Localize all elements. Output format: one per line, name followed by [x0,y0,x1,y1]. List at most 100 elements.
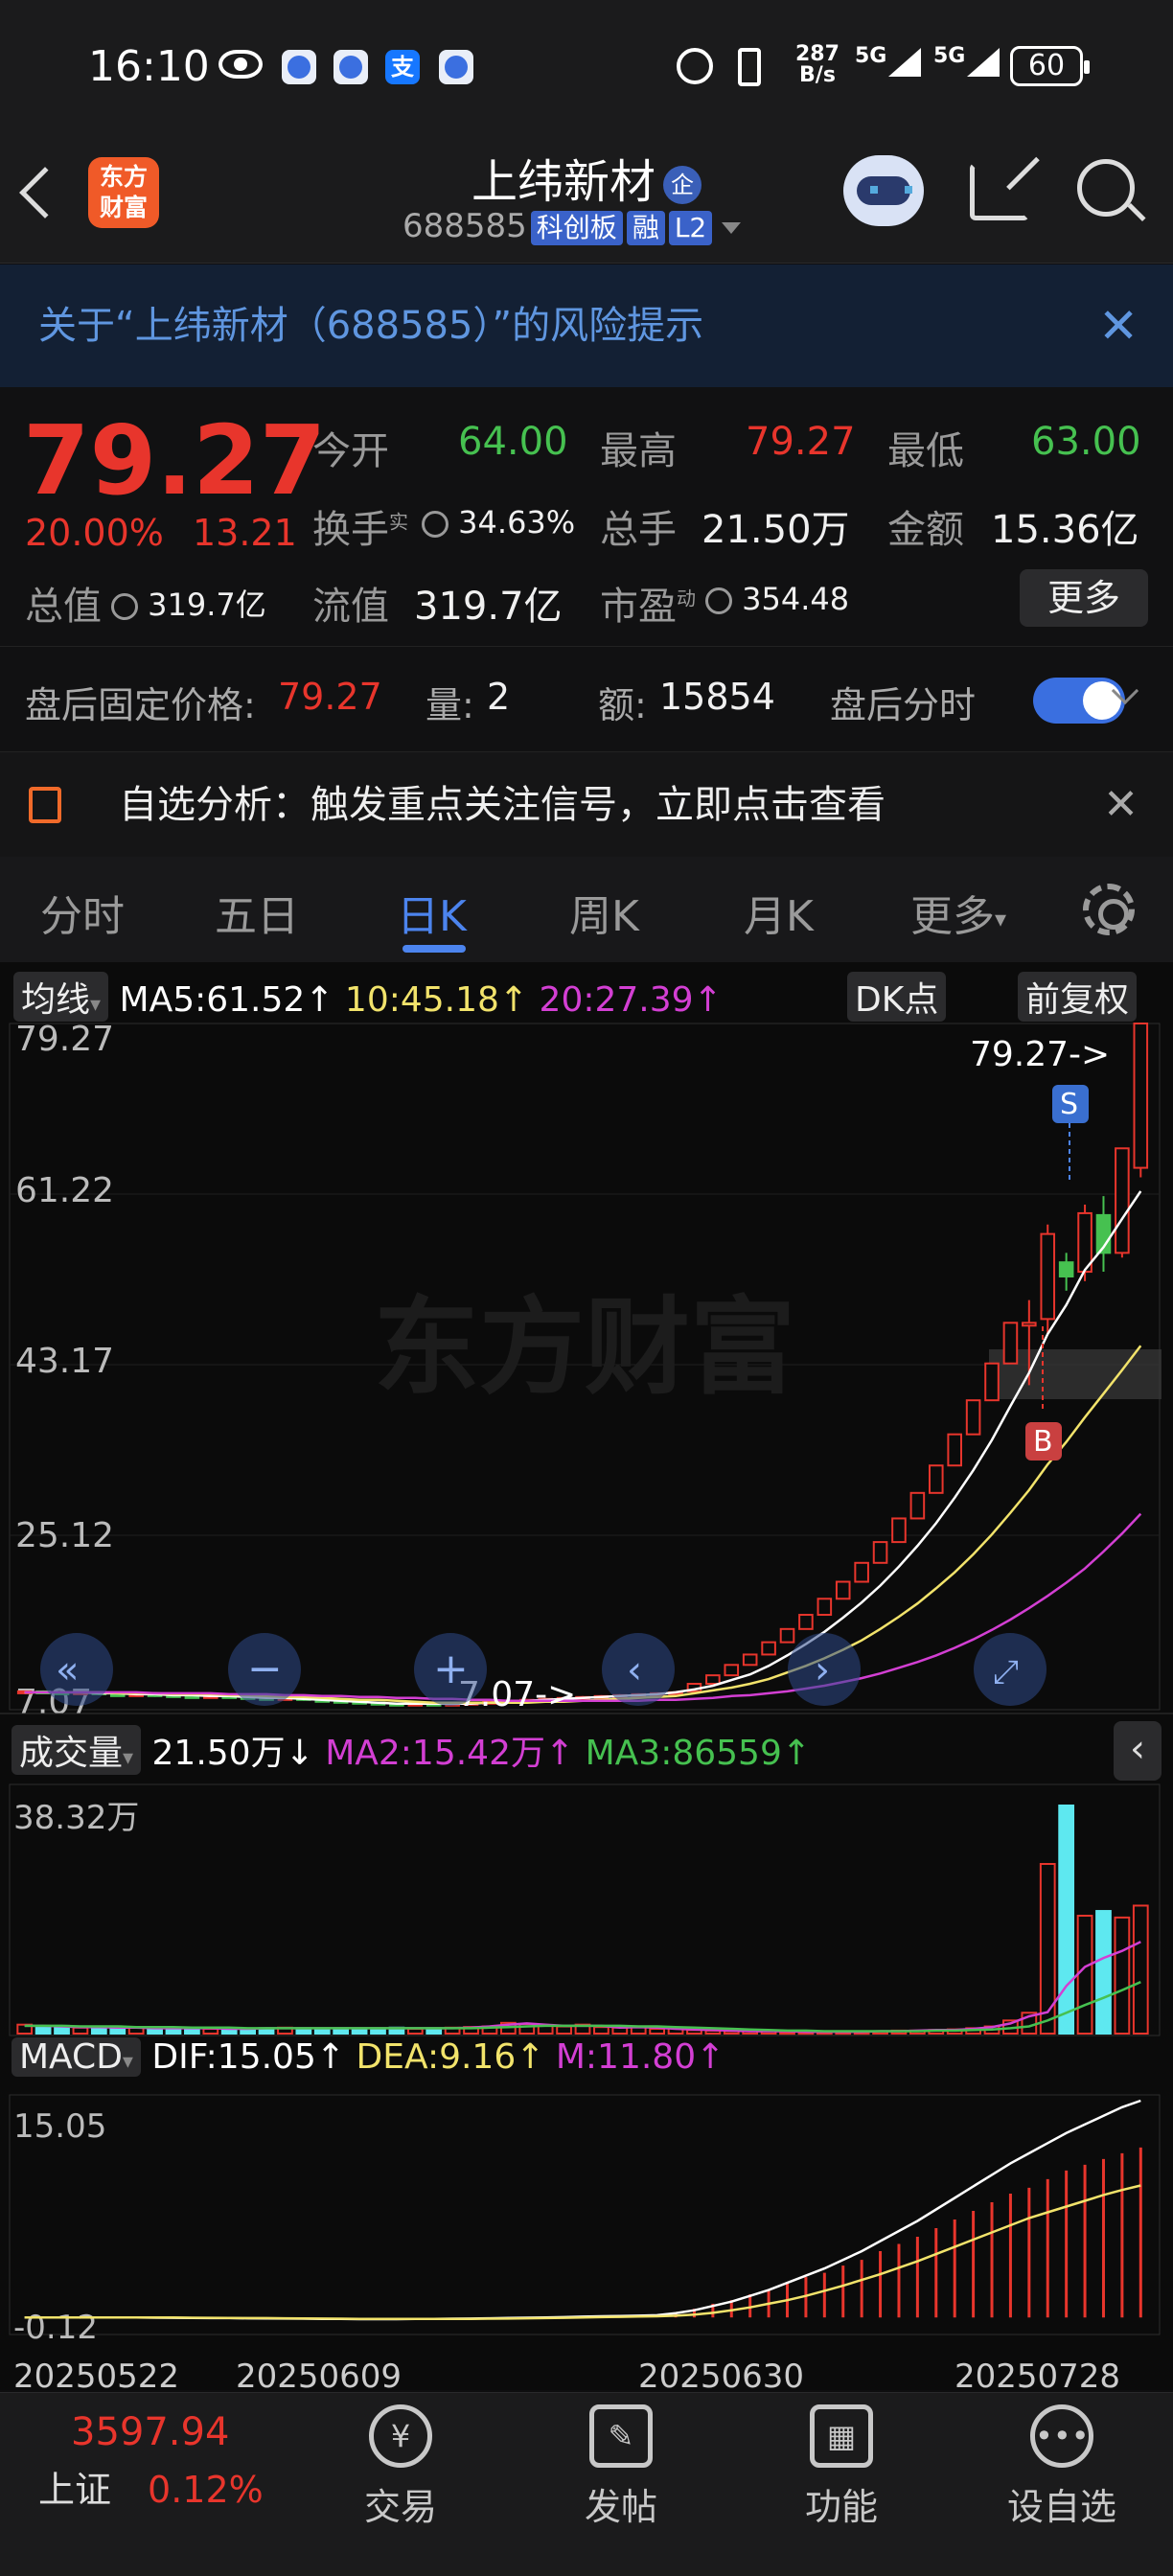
candle [798,1614,814,1630]
candle [816,1598,833,1617]
volume-value: 21.50万 [702,508,850,552]
gear-icon[interactable] [1083,884,1135,935]
date-label: 20250609 [236,2358,402,2396]
sell-marker-label: S [1060,1088,1078,1121]
candle [705,1674,721,1686]
candle [779,1627,795,1644]
volume-bar [1076,1915,1093,2035]
macd-m: M:11.80↑ [555,2037,725,2077]
ai-assistant-icon[interactable] [843,155,924,226]
volume-bar [556,2025,572,2036]
high-label: 最高 [600,429,677,473]
volume-axis-top: 38.32万 [13,1799,139,1837]
risk-alert-banner[interactable]: 关于“上纬新材（688585）”的风险提示 ✕ [0,264,1173,387]
info-icon[interactable] [111,593,138,620]
stock-code-row[interactable]: 688585 科创板融 L2 [402,207,742,245]
tab-weekly-k[interactable]: 周K [569,882,639,943]
volume-bar [406,2028,424,2036]
volume-frame [9,1783,1161,2036]
macd-dea: DEA:9.16↑ [356,2037,545,2077]
info-icon[interactable] [422,511,448,538]
info-icon[interactable] [705,587,732,614]
signal-label: 5G [933,44,966,68]
share-icon[interactable] [970,163,1029,220]
stock-header: 东方 财富 上纬新材企 688585 科创板融 L2 [0,134,1173,264]
volume-ma2-line [24,1941,1141,2034]
risk-alert-text: 关于“上纬新材（688585）”的风险提示 [38,304,704,348]
tab-daily-k[interactable]: 日K [397,882,467,943]
speaker-icon [29,787,61,823]
pe-label-text: 市盈 [600,585,677,629]
search-icon[interactable] [1077,159,1135,217]
add-watchlist-button[interactable]: ••• 设自选 [995,2404,1129,2530]
zoom-in-button[interactable]: + [414,1633,487,1706]
after-hours-amt-label: 额: [598,684,647,726]
scroll-left-fast-button[interactable]: « [40,1633,113,1706]
stock-name: 上纬新材 [471,155,656,209]
tab-five-day[interactable]: 五日 [215,882,299,943]
index-name: 上证 [38,2469,112,2511]
volume-legend: 成交量▾ 21.50万↓ MA2:15.42万↑ MA3:86559↑ [12,1725,811,1775]
after-hours-toggle[interactable] [1033,678,1125,724]
index-ticker[interactable]: 3597.94 上证 0.12% [38,2410,297,2513]
features-button[interactable]: ▦ 功能 [774,2404,908,2530]
caret-down-icon: ▾ [995,906,1007,932]
pe-label: 市盈动 [600,575,696,631]
svg-text:+: + [433,1644,469,1693]
float-label: 流值 [312,585,389,629]
status-bar: 16:10 支 287 B/s 5G 5G 60 [0,0,1173,134]
add-watchlist-label: 设自选 [1006,2486,1116,2528]
axis-label: 25.12 [15,1516,114,1555]
level2-tag: L2 [668,211,713,245]
mktcap-number: 319.7亿 [148,586,266,623]
edit-icon: ✎ [589,2404,653,2468]
bottom-toolbar: 3597.94 上证 0.12% ¥ 交易 ✎ 发帖 ▦ 功能 ••• 设自选 [0,2392,1173,2576]
volume-bar [1114,1916,1131,2035]
kline-chart-area[interactable]: 均线▾ MA5:61.52↑ 10:45.18↑ 20:27.39↑ DK点 前… [0,962,1173,2396]
app-notification-icon [334,50,368,84]
caret-down-icon: ▾ [122,2050,133,2074]
buy-marker-label: B [1033,1425,1053,1459]
close-icon[interactable]: ✕ [1103,752,1138,858]
clock: 16:10 [88,42,210,91]
volume-bar [1095,1910,1112,2036]
analysis-banner[interactable]: 自选分析：触发重点关注信号，立即点击查看 ✕ [0,751,1173,857]
volume-dropdown[interactable]: 成交量▾ [12,1725,142,1775]
collapse-panel-button[interactable]: ‹ [1114,1721,1162,1781]
candle [724,1664,740,1677]
volume-bar [593,2026,610,2036]
post-button[interactable]: ✎ 发帖 [554,2404,688,2530]
close-icon[interactable]: ✕ [1098,264,1138,387]
macd-label: MACD [19,2037,123,2077]
more-button[interactable]: 更多 [1020,569,1148,627]
scroll-left-button[interactable]: ‹ [602,1633,675,1706]
candle [835,1580,851,1600]
fullscreen-button[interactable]: ⤢ [974,1633,1046,1706]
scroll-right-button[interactable]: › [788,1633,861,1706]
zoom-out-button[interactable]: − [228,1633,301,1706]
after-hours-amt: 15854 [659,676,775,718]
date-label: 20250728 [954,2358,1121,2396]
turnover-label-text: 换手 [312,508,389,552]
svg-text:−: − [247,1644,283,1693]
macd-dropdown[interactable]: MACD▾ [12,2037,141,2077]
after-hours-vol: 2 [487,676,511,718]
macd-axis-top: 15.05 [13,2107,106,2146]
volume-bar [649,2028,666,2036]
trade-button[interactable]: ¥ 交易 [334,2404,468,2530]
signal-icon: 5G [933,44,1000,77]
tab-monthly-k[interactable]: 月K [744,882,814,943]
tab-intraday[interactable]: 分时 [40,882,125,943]
after-hours-vol-label: 量: [426,684,474,726]
signal-icon: 5G [855,44,922,77]
watermark: 东方财富 [374,1289,795,1407]
pe-value: 354.48 [705,581,849,617]
amount-value: 15.36亿 [991,508,1139,552]
caret-down-icon: ▾ [123,1746,134,1770]
after-hours-price: 79.27 [278,676,382,718]
volume-ma2: MA2:15.42万↑ [325,1734,575,1773]
pe-sup: 动 [677,586,696,610]
kline-svg: 东方财富 79.27 61.22 43.17 25.12 7.07 79.27-… [0,1020,1173,2347]
ma20-line [24,1512,1142,1703]
tab-more[interactable]: 更多▾ [910,882,1006,943]
